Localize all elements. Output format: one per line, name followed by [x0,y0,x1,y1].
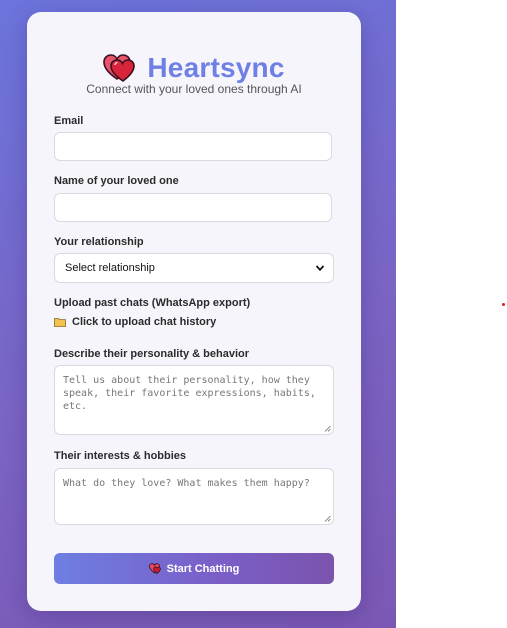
start-chatting-label: Start Chatting [166,562,240,575]
email-field[interactable] [54,132,332,161]
interests-placeholder: What do they love? What makes them happy… [63,478,310,489]
resize-handle-icon[interactable] [324,425,331,432]
brand-tagline: Connect with your loved ones through AI [86,82,302,96]
email-label: Email [54,115,84,127]
interests-label: Their interests & hobbies [54,450,187,462]
relationship-label: Your relationship [54,236,144,248]
personality-label: Describe their personality & behavior [54,348,250,360]
personality-placeholder: Tell us about their personality, how the… [63,375,316,412]
upload-link-text: Click to upload chat history [72,316,217,328]
relationship-select[interactable]: Select relationship [54,253,334,283]
brand-header: Heartsync [27,52,361,84]
red-dot [502,303,505,306]
folder-icon [54,318,66,327]
interests-textarea[interactable]: What do they love? What makes them happy… [54,468,334,525]
resize-handle-icon[interactable] [324,515,331,522]
loved-one-name-field[interactable] [54,193,332,222]
loved-one-name-label: Name of your loved one [54,175,179,187]
personality-textarea[interactable]: Tell us about their personality, how the… [54,365,334,435]
relationship-selected-value: Select relationship [65,262,155,274]
upload-label: Upload past chats (WhatsApp export) [54,297,251,309]
start-chatting-button[interactable]: Start Chatting [54,553,334,584]
two-hearts-icon [103,54,136,82]
signup-card: Heartsync Connect with your loved ones t… [27,12,361,611]
chevron-down-icon [315,265,325,272]
upload-chat-button[interactable]: Click to upload chat history [54,316,216,328]
hearts-icon [148,563,161,574]
brand-title: Heartsync [147,52,285,83]
